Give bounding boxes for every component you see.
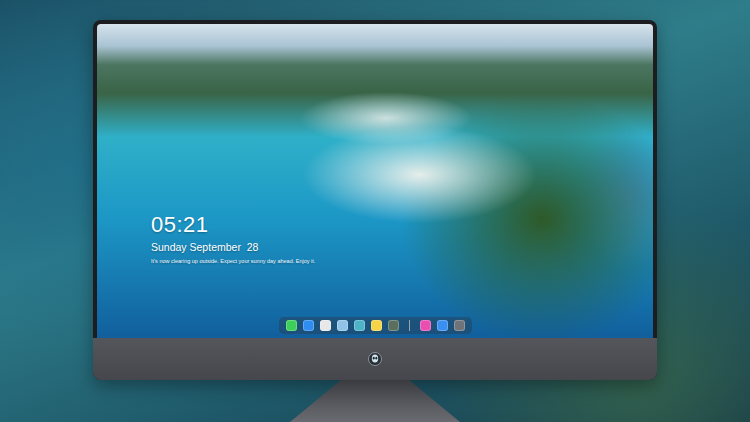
app-icon[interactable] <box>420 320 431 331</box>
app-icon[interactable] <box>437 320 448 331</box>
dock <box>279 317 472 334</box>
app-icon[interactable] <box>286 320 297 331</box>
lock-clock: 05:21 Sunday September 28 It's now clearin… <box>151 212 653 265</box>
brand-logo-icon <box>368 352 382 366</box>
app-icon[interactable] <box>303 320 314 331</box>
monitor: 05:21 Sunday September 28 It's now clearin… <box>93 20 657 380</box>
app-icon[interactable] <box>354 320 365 331</box>
dock-separator <box>409 320 410 331</box>
clock-message: It's now clearing up outside. Expect you… <box>151 257 653 265</box>
desktop-screen: 05:21 Sunday September 28 It's now clearin… <box>97 24 653 338</box>
monitor-chin <box>93 338 657 380</box>
app-icon[interactable] <box>388 320 399 331</box>
app-icon[interactable] <box>454 320 465 331</box>
app-icon[interactable] <box>371 320 382 331</box>
dock-row <box>97 317 653 334</box>
clock-time: 05:21 <box>151 212 653 238</box>
monitor-stand <box>290 380 460 422</box>
page: 05:21 Sunday September 28 It's now clearin… <box>0 0 750 422</box>
clock-date: Sunday September 28 <box>151 241 653 254</box>
app-icon[interactable] <box>320 320 331 331</box>
app-icon[interactable] <box>337 320 348 331</box>
